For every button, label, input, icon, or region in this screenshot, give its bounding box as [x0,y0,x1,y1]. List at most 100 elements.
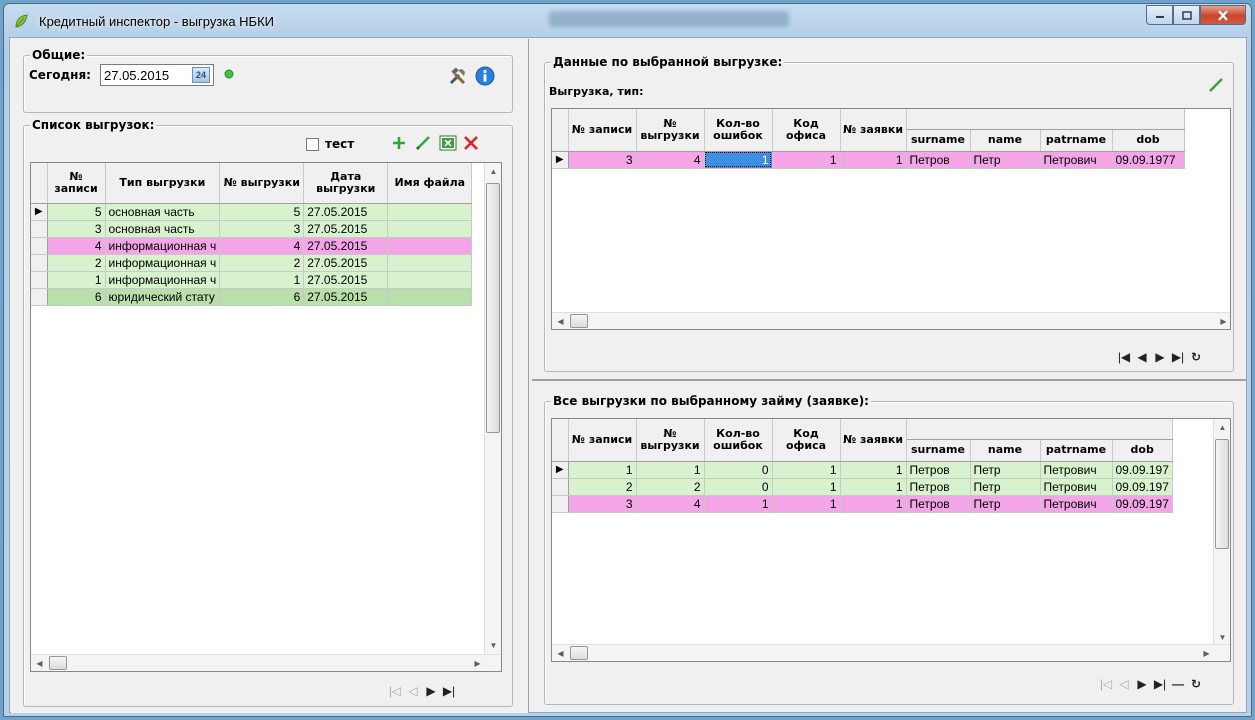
vertical-scrollbar[interactable]: ▲ ▼ [1213,419,1230,646]
scroll-right-icon[interactable]: ▶ [1198,645,1215,661]
info-icon[interactable] [475,66,495,86]
scroll-thumb[interactable] [570,314,588,328]
table-cell[interactable]: 2 [219,254,305,272]
column-header[interactable]: № заявки [840,419,907,462]
test-checkbox[interactable] [306,138,319,151]
table-cell[interactable]: Петров [906,478,971,496]
calendar-icon[interactable]: 24 [192,67,210,83]
first-record-icon[interactable]: |◁ [386,684,404,698]
table-cell[interactable]: 1 [840,461,907,479]
column-header[interactable]: Кол-во ошибок [704,419,773,462]
table-cell[interactable]: 1 [636,461,705,479]
column-header[interactable]: Тип выгрузки [105,163,221,204]
minimize-button[interactable] [1146,5,1173,25]
table-cell[interactable]: 2 [47,254,106,272]
column-header[interactable]: № заявки [840,109,907,152]
table-cell[interactable]: 27.05.2015 [303,288,389,306]
table-cell[interactable]: юридический стату [105,288,221,306]
scroll-right-icon[interactable]: ▶ [1215,313,1230,329]
table-cell[interactable]: 27.05.2015 [303,203,389,221]
table-cell[interactable]: 1 [772,461,841,479]
table-cell[interactable]: 1 [704,495,773,513]
next-record-icon[interactable]: ▶ [1151,350,1169,364]
table-cell[interactable] [387,220,473,238]
table-cell[interactable]: 4 [636,495,705,513]
table-row[interactable]: 2 2 0 1 1 Петров Петр Петрович 09.09.197 [552,478,1173,496]
table-row[interactable]: 1 информационная ч 1 27.05.2015 [31,271,473,289]
table-row[interactable]: 3 4 1 1 1 Петров Петр Петрович 09.09.197 [552,495,1173,513]
next-record-icon[interactable]: ▶ [1133,677,1151,691]
scroll-up-icon[interactable]: ▲ [485,163,501,180]
column-header[interactable]: № записи [568,109,637,152]
column-header[interactable]: № записи [568,419,637,462]
table-cell[interactable]: 27.05.2015 [303,237,389,255]
column-header[interactable]: Кол-во ошибок [704,109,773,152]
table-cell[interactable]: Петров [906,495,971,513]
scroll-left-icon[interactable]: ◀ [552,313,569,329]
add-icon[interactable] [391,135,407,151]
table-cell[interactable]: 2 [568,478,637,496]
scroll-left-icon[interactable]: ◀ [31,655,48,671]
table-cell[interactable]: Петрович [1040,151,1113,169]
table-cell[interactable] [387,271,473,289]
table-cell[interactable]: 09.09.197 [1112,478,1173,496]
close-button[interactable] [1200,5,1246,25]
table-cell[interactable]: 1 [772,151,841,169]
table-cell[interactable]: 4 [636,151,705,169]
table-cell[interactable]: 6 [219,288,305,306]
table-cell[interactable]: 6 [47,288,106,306]
table-cell[interactable]: 27.05.2015 [303,271,389,289]
column-header[interactable]: № выгрузки [636,419,705,462]
scroll-thumb[interactable] [49,656,67,670]
column-header[interactable]: patrname [1040,129,1113,152]
table-cell[interactable]: 3 [568,151,637,169]
table-cell[interactable]: 5 [47,203,106,221]
table-cell[interactable]: Петров [906,151,971,169]
first-record-icon[interactable]: |◁ [1097,677,1115,691]
table-cell-selected[interactable]: 1 [704,151,773,169]
last-record-icon[interactable]: ▶| [440,684,458,698]
column-header[interactable]: Дата выгрузки [303,163,389,204]
column-header[interactable]: surname [906,439,971,462]
table-cell[interactable]: информационная ч [105,254,221,272]
table-cell[interactable]: 3 [568,495,637,513]
table-cell[interactable]: Петр [970,478,1041,496]
table-cell[interactable]: 4 [219,237,305,255]
maximize-button[interactable] [1173,5,1200,25]
scroll-thumb[interactable] [1215,439,1229,549]
scroll-right-icon[interactable]: ▶ [469,655,486,671]
horizontal-scrollbar[interactable]: ◀ ▶ [552,644,1230,661]
prior-record-icon[interactable]: ◀ [1133,350,1151,364]
horizontal-scrollbar[interactable]: ◀ ▶ [31,654,501,671]
table-cell[interactable]: информационная ч [105,237,221,255]
table-cell[interactable]: 3 [47,220,106,238]
table-row[interactable]: 4 информационная ч 4 27.05.2015 [31,237,473,255]
delete-record-icon[interactable]: — [1169,677,1187,691]
horizontal-scrollbar[interactable]: ◀ ▶ [552,312,1230,329]
table-cell[interactable]: 1 [840,478,907,496]
table-cell[interactable]: Петр [970,461,1041,479]
table-cell[interactable]: Петрович [1040,461,1113,479]
scroll-down-icon[interactable]: ▼ [485,637,501,654]
table-cell[interactable]: 1 [568,461,637,479]
column-header[interactable]: № выгрузки [636,109,705,152]
scroll-up-icon[interactable]: ▲ [1214,419,1230,436]
prior-record-icon[interactable]: ◁ [404,684,422,698]
table-cell[interactable]: Петров [906,461,971,479]
table-cell[interactable] [387,254,473,272]
table-row[interactable]: 6 юридический стату 6 27.05.2015 [31,288,473,306]
table-cell[interactable]: 4 [47,237,106,255]
first-record-icon[interactable]: |◀ [1115,350,1133,364]
refresh-icon[interactable]: ↻ [1187,350,1205,364]
table-cell[interactable]: 3 [219,220,305,238]
table-cell[interactable]: 27.05.2015 [303,220,389,238]
column-header[interactable]: dob [1112,129,1185,152]
table-row[interactable]: 3 основная часть 3 27.05.2015 [31,220,473,238]
scroll-left-icon[interactable]: ◀ [552,645,569,661]
table-row[interactable]: ▶ 5 основная часть 5 27.05.2015 [31,203,473,221]
refresh-icon[interactable]: ↻ [1187,677,1205,691]
column-header[interactable]: patrname [1040,439,1113,462]
table-cell[interactable]: основная часть [105,220,221,238]
last-record-icon[interactable]: ▶| [1169,350,1187,364]
last-record-icon[interactable]: ▶| [1151,677,1169,691]
